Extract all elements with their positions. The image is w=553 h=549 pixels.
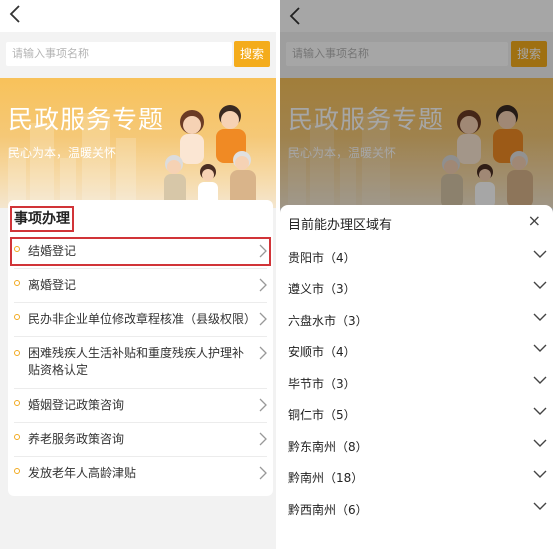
region-name: 黔南州	[288, 471, 325, 485]
region-item[interactable]: 遵义市（3）	[280, 272, 553, 303]
circle-dot-icon	[14, 280, 20, 286]
list-item[interactable]: 发放老年人高龄津贴	[8, 462, 273, 486]
region-item[interactable]: 贵阳市（4）	[280, 241, 553, 272]
left-screen: 请输入事项名称 搜索 民政服务专题 民心为本，温暖关怀 事项办理 结婚登记 离婚…	[0, 0, 276, 549]
chevron-down-icon	[533, 281, 547, 289]
chevron-down-icon	[533, 313, 547, 321]
region-item[interactable]: 六盘水市（3）	[280, 304, 553, 335]
list-item[interactable]: 民办非企业单位修改章程核准（县级权限）	[8, 308, 273, 332]
chevron-left-icon	[9, 5, 20, 23]
region-name: 遵义市	[288, 282, 325, 296]
region-count: （18）	[324, 471, 364, 485]
region-name: 安顺市	[288, 345, 325, 359]
chevron-right-icon	[259, 278, 267, 292]
chevron-down-icon	[533, 407, 547, 415]
chevron-down-icon	[533, 502, 547, 510]
search-input[interactable]: 请输入事项名称	[6, 42, 232, 66]
search-button[interactable]: 搜索	[234, 41, 270, 67]
region-item[interactable]: 黔东南州（8）	[280, 430, 553, 461]
chevron-right-icon	[259, 466, 267, 480]
back-button[interactable]	[8, 3, 22, 25]
region-count: （4）	[324, 251, 356, 265]
banner-subtitle: 民心为本，温暖关怀	[8, 146, 117, 160]
region-count: （5）	[324, 408, 356, 422]
list-item[interactable]: 离婚登记	[8, 274, 273, 298]
circle-dot-icon	[14, 314, 20, 320]
chevron-down-icon	[533, 344, 547, 352]
circle-dot-icon	[14, 434, 20, 440]
right-screen: 请输入事项名称 搜索 民政服务专题 民心为本，温暖关怀 目前能办理区域有 × 贵…	[280, 0, 553, 549]
item-label: 困难残疾人生活补贴和重度残疾人护理补贴资格认定	[28, 346, 245, 377]
chevron-right-icon	[259, 432, 267, 446]
region-name: 黔东南州	[288, 440, 337, 454]
chevron-right-icon	[259, 244, 267, 258]
region-item[interactable]: 黔西南州（6）	[280, 493, 553, 524]
region-sheet: 目前能办理区域有 × 贵阳市（4） 遵义市（3） 六盘水市（3） 安顺市（4） …	[280, 205, 553, 549]
banner-title: 民政服务专题	[8, 105, 165, 134]
item-label: 养老服务政策咨询	[28, 432, 125, 446]
circle-dot-icon	[14, 246, 20, 252]
circle-dot-icon	[14, 400, 20, 406]
chevron-right-icon	[259, 312, 267, 326]
search-bar: 请输入事项名称 搜索	[0, 32, 276, 78]
section-title: 事项办理	[10, 206, 74, 232]
chevron-down-icon	[533, 470, 547, 478]
region-name: 黔西南州	[288, 503, 337, 517]
item-label: 发放老年人高龄津贴	[28, 466, 137, 480]
chevron-down-icon	[533, 376, 547, 384]
list-item[interactable]: 结婚登记	[8, 240, 273, 264]
region-count: （3）	[324, 282, 356, 296]
chevron-down-icon	[533, 250, 547, 258]
list-item[interactable]: 养老服务政策咨询	[8, 428, 273, 452]
sheet-title: 目前能办理区域有	[288, 218, 393, 233]
family-illustration	[164, 105, 256, 208]
item-label: 民办非企业单位修改章程核准（县级权限）	[28, 312, 257, 326]
region-name: 贵阳市	[288, 251, 325, 265]
item-label: 婚姻登记政策咨询	[28, 398, 125, 412]
region-item[interactable]: 安顺市（4）	[280, 335, 553, 366]
region-count: （3）	[336, 314, 368, 328]
matters-card: 事项办理 结婚登记 离婚登记 民办非企业单位修改章程核准（县级权限） 困难残疾人…	[8, 200, 273, 496]
region-item[interactable]: 黔南州（18）	[280, 461, 553, 492]
chevron-right-icon	[259, 398, 267, 412]
region-item[interactable]: 铜仁市（5）	[280, 398, 553, 429]
banner: 民政服务专题 民心为本，温暖关怀	[0, 78, 276, 208]
chevron-down-icon	[533, 439, 547, 447]
region-item[interactable]: 毕节市（3）	[280, 367, 553, 398]
list-item[interactable]: 困难残疾人生活补贴和重度残疾人护理补贴资格认定	[8, 344, 273, 384]
region-name: 六盘水市	[288, 314, 337, 328]
region-count: （6）	[336, 503, 368, 517]
circle-dot-icon	[14, 350, 20, 356]
item-label: 结婚登记	[28, 244, 77, 258]
list-item[interactable]: 婚姻登记政策咨询	[8, 394, 273, 418]
chevron-right-icon	[259, 346, 267, 360]
region-count: （3）	[324, 377, 356, 391]
region-count: （4）	[324, 345, 356, 359]
close-icon[interactable]: ×	[528, 211, 541, 230]
circle-dot-icon	[14, 468, 20, 474]
region-name: 毕节市	[288, 377, 325, 391]
top-bar	[0, 0, 276, 32]
region-name: 铜仁市	[288, 408, 325, 422]
item-label: 离婚登记	[28, 278, 77, 292]
region-count: （8）	[336, 440, 368, 454]
